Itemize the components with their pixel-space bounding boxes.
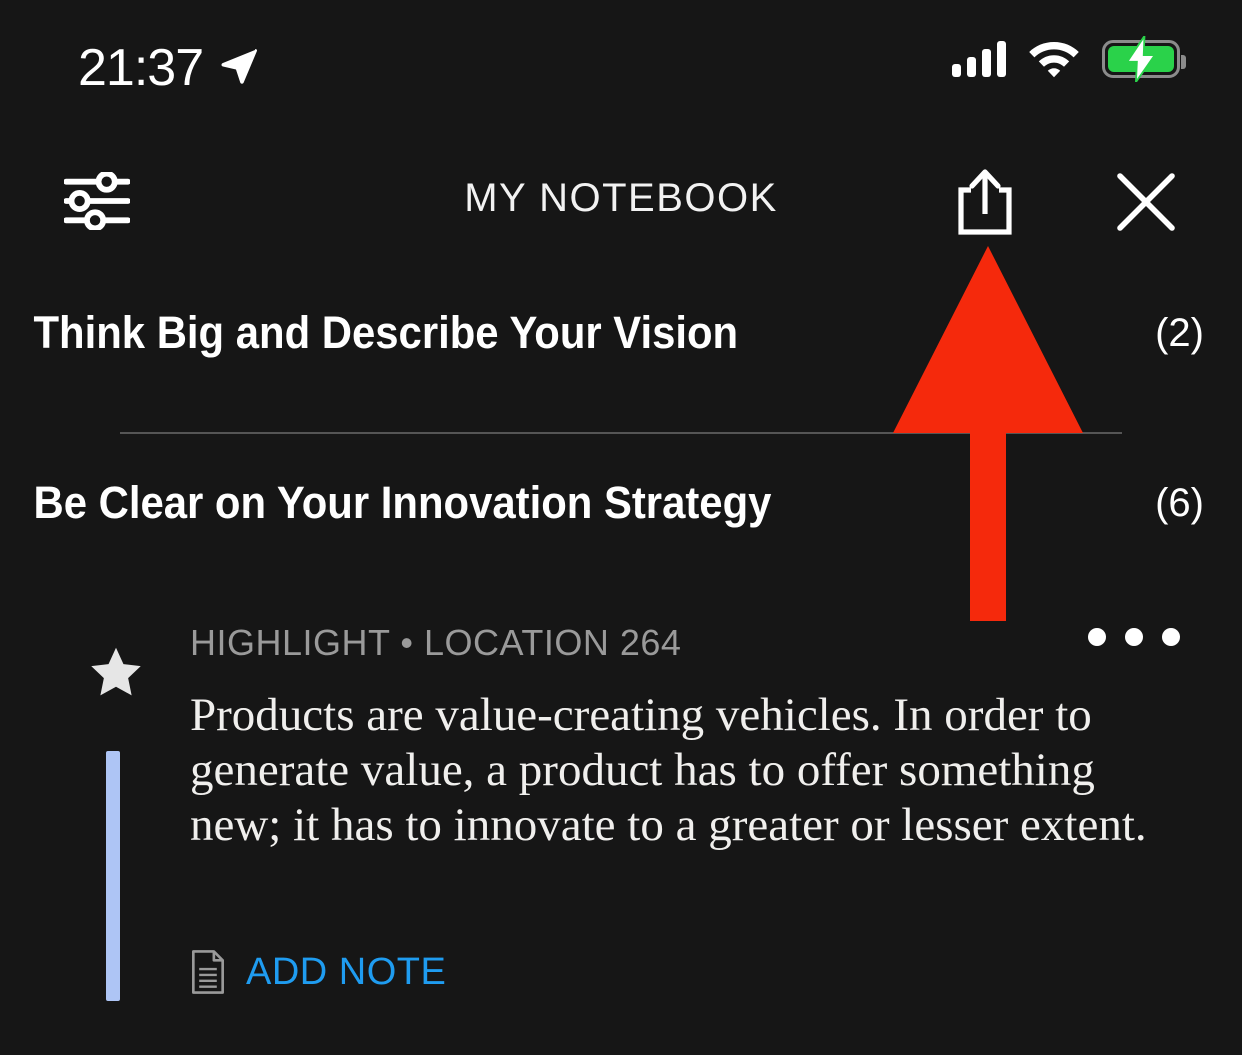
- chapter-row[interactable]: Be Clear on Your Innovation Strategy (6): [0, 460, 1242, 546]
- highlight-accent-bar: [106, 751, 120, 1001]
- notebook-header: MY NOTEBOOK: [0, 150, 1242, 260]
- more-options-icon[interactable]: [1088, 628, 1180, 646]
- notebook-screen: 21:37 MY NOTEBOOK Think Big and Describe…: [0, 0, 1242, 1055]
- page-title: MY NOTEBOOK: [464, 176, 778, 220]
- chapter-row[interactable]: Think Big and Describe Your Vision (2): [0, 290, 1242, 376]
- note-document-icon: [192, 950, 224, 994]
- highlight-meta: HIGHLIGHT • LOCATION 264: [190, 622, 682, 663]
- add-note-label: ADD NOTE: [246, 950, 447, 993]
- star-icon[interactable]: [88, 644, 144, 700]
- add-note-button[interactable]: ADD NOTE: [190, 950, 446, 994]
- status-bar-time: 21:37: [78, 39, 204, 97]
- close-icon[interactable]: [1114, 170, 1178, 234]
- chapter-title: Be Clear on Your Innovation Strategy: [33, 477, 772, 528]
- share-icon[interactable]: [955, 166, 1015, 238]
- status-bar-indicators: [952, 36, 1186, 82]
- battery-charging-icon: [1102, 36, 1186, 82]
- chapter-count: (6): [1155, 480, 1204, 525]
- wifi-icon: [1029, 42, 1079, 78]
- highlight-text: Products are value-creating vehicles. In…: [190, 689, 1147, 851]
- chapter-divider: [120, 432, 1122, 434]
- cellular-signal-icon: [952, 41, 1006, 77]
- chapter-title: Think Big and Describe Your Vision: [33, 307, 739, 358]
- status-bar: 21:37: [0, 0, 1242, 120]
- location-arrow-icon: [221, 49, 258, 84]
- chapter-count: (2): [1155, 310, 1204, 355]
- charging-bolt-icon: [1125, 36, 1157, 82]
